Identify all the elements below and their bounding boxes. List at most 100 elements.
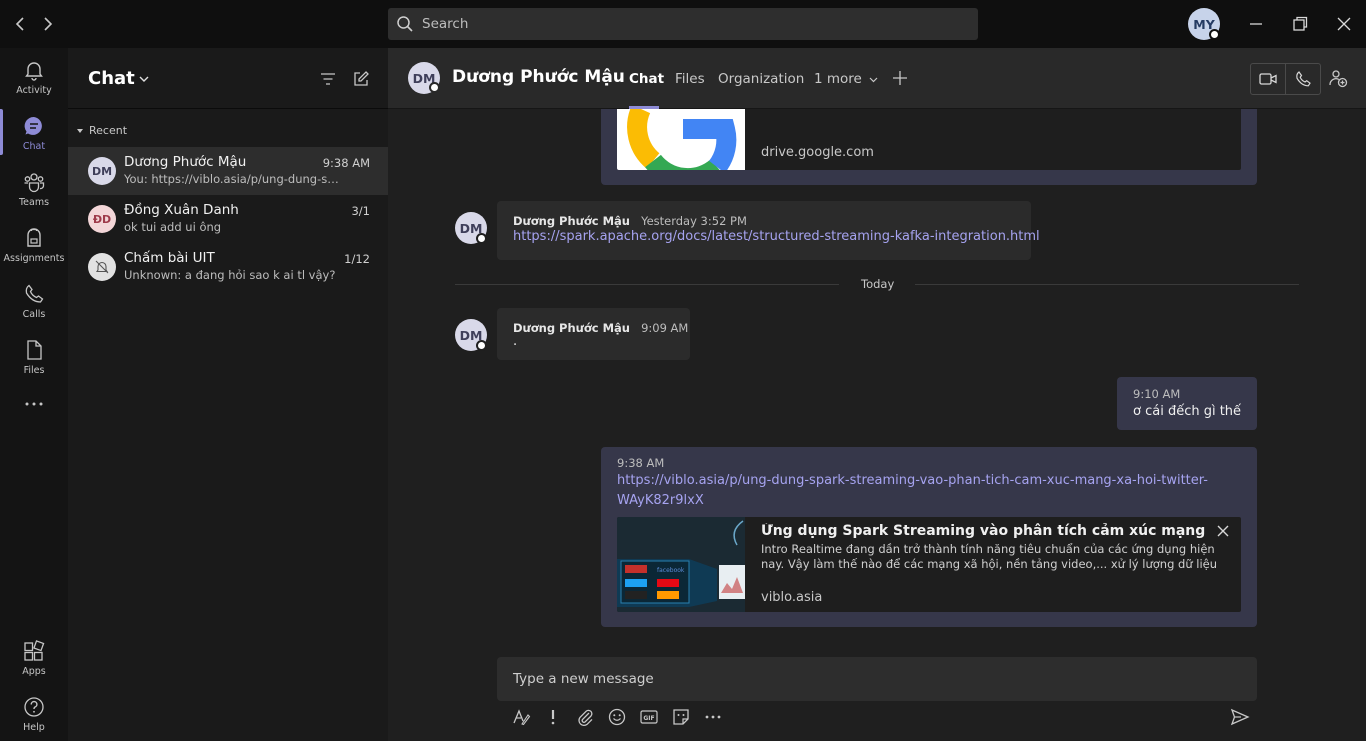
- message-time: 9:09 AM: [641, 321, 689, 335]
- rail-label-files: Files: [23, 365, 45, 376]
- divider-line: [455, 284, 839, 285]
- date-divider: Today: [861, 277, 895, 291]
- caret-down-icon: [76, 127, 84, 135]
- tab-more-label: 1 more: [814, 71, 862, 87]
- message-link-continued[interactable]: WAyK82r9lxX: [617, 493, 704, 508]
- avatar: ĐD: [88, 205, 116, 233]
- conversation-preview: ok tui add ui ông: [124, 220, 222, 234]
- more-options-icon[interactable]: [703, 707, 723, 727]
- presence-badge: [429, 82, 440, 93]
- recent-label: Recent: [89, 124, 128, 137]
- message-link[interactable]: https://spark.apache.org/docs/latest/str…: [513, 229, 1040, 244]
- message-bubble: Dương Phước Mậu Yesterday 3:52 PM https:…: [497, 201, 1040, 260]
- link-preview-description: Intro Realtime đang dần trở thành tính n…: [761, 542, 1215, 556]
- conversation-item[interactable]: ĐD Đồng Xuân Danh 3/1 ok tui add ui ông: [68, 195, 388, 243]
- format-icon[interactable]: [511, 707, 531, 727]
- chat-icon: [23, 115, 45, 137]
- conversation-item[interactable]: DM Dương Phước Mậu 9:38 AM You: https://…: [68, 147, 388, 195]
- tab-chat[interactable]: Chat: [629, 71, 664, 87]
- chevron-down-icon: [869, 77, 878, 82]
- conversation-time: 1/12: [344, 252, 370, 266]
- conversation-preview: Unknown: a đang hỏi sao k ai tl vậy?: [124, 268, 336, 282]
- attach-icon[interactable]: [575, 707, 595, 727]
- link-preview[interactable]: facebook Ứng dụng Spark Streaming vào ph…: [617, 517, 1241, 612]
- google-logo-thumbnail: [617, 109, 745, 170]
- emoji-icon[interactable]: [607, 707, 627, 727]
- filter-icon[interactable]: [319, 70, 337, 88]
- presence-badge: [476, 340, 487, 351]
- muted-bell-icon: [88, 253, 116, 281]
- restore-icon[interactable]: [1290, 14, 1310, 34]
- chat-main: DM Dương Phước Mậu Chat Files Organizati…: [388, 48, 1366, 741]
- apps-icon: [23, 640, 45, 662]
- recent-section-header[interactable]: Recent: [76, 124, 127, 137]
- avatar: DM: [88, 157, 116, 185]
- own-message-card: 9:38 AM https://viblo.asia/p/ung-dung-sp…: [601, 447, 1257, 627]
- compose-box[interactable]: Type a new message: [497, 657, 1257, 701]
- tab-organization[interactable]: Organization: [718, 71, 804, 87]
- help-icon: [23, 696, 45, 718]
- chevron-down-icon[interactable]: [138, 73, 150, 85]
- phone-icon: [23, 283, 45, 305]
- close-icon[interactable]: [1215, 523, 1231, 539]
- tab-more[interactable]: 1 more: [814, 71, 878, 87]
- title-bar: Search MY: [0, 0, 1366, 48]
- peer-name: Dương Phước Mậu: [452, 67, 625, 87]
- send-icon[interactable]: [1230, 707, 1250, 727]
- file-icon: [23, 339, 45, 361]
- link-preview-domain: viblo.asia: [761, 590, 823, 605]
- divider-line: [915, 284, 1299, 285]
- add-people-icon[interactable]: [1328, 68, 1348, 88]
- rail-label-apps: Apps: [22, 666, 46, 677]
- back-icon[interactable]: [10, 13, 30, 35]
- search-box[interactable]: Search: [388, 8, 978, 40]
- add-tab-icon[interactable]: [891, 69, 909, 87]
- tab-files[interactable]: Files: [675, 71, 705, 87]
- rail-label-activity: Activity: [16, 85, 52, 96]
- chat-list-pane: Chat Recent DM Dương Phước Mậu 9:38 AM Y…: [68, 48, 388, 741]
- link-preview[interactable]: drive.google.com: [617, 109, 1241, 170]
- message-time: 9:10 AM: [1133, 387, 1181, 401]
- more-icon: [23, 393, 45, 415]
- video-call-icon[interactable]: [1250, 63, 1286, 95]
- close-icon[interactable]: [1334, 14, 1354, 34]
- chat-header: DM Dương Phước Mậu Chat Files Organizati…: [388, 48, 1366, 109]
- app-rail: Activity Chat Teams Assignments Calls Fi…: [0, 48, 68, 741]
- rail-item-assignments[interactable]: Assignments: [0, 216, 68, 272]
- rail-item-activity[interactable]: Activity: [0, 48, 68, 104]
- rail-label-assignments: Assignments: [3, 253, 65, 264]
- message-thread[interactable]: drive.google.com DM Dương Phước Mậu Yest…: [388, 109, 1366, 649]
- rail-item-files[interactable]: Files: [0, 328, 68, 384]
- bell-icon: [23, 59, 45, 81]
- conversation-item[interactable]: Chấm bài UIT 1/12 Unknown: a đang hỏi sa…: [68, 243, 388, 291]
- more-apps-button[interactable]: [0, 393, 68, 423]
- rail-item-teams[interactable]: Teams: [0, 160, 68, 216]
- audio-call-icon[interactable]: [1285, 63, 1321, 95]
- rail-label-calls: Calls: [22, 309, 46, 320]
- rail-item-help[interactable]: Help: [0, 685, 68, 741]
- message-link[interactable]: https://viblo.asia/p/ung-dung-spark-stre…: [617, 473, 1208, 488]
- important-icon[interactable]: [543, 707, 563, 727]
- rail-item-apps[interactable]: Apps: [0, 629, 68, 685]
- own-message-card: 9:10 AM ơ cái đếch gì thế: [1117, 377, 1257, 430]
- minimize-icon[interactable]: [1246, 14, 1266, 34]
- teams-icon: [23, 171, 45, 193]
- message-time: Yesterday 3:52 PM: [641, 214, 747, 228]
- new-chat-icon[interactable]: [352, 70, 370, 88]
- message-bubble: Dương Phước Mậu 9:09 AM .: [497, 308, 690, 360]
- rail-label-help: Help: [23, 722, 45, 733]
- forward-icon[interactable]: [38, 13, 58, 35]
- conversation-preview: You: https://viblo.asia/p/ung-dung-spa..…: [124, 172, 346, 186]
- article-thumbnail: facebook: [617, 517, 745, 612]
- gif-icon[interactable]: GIF: [639, 707, 659, 727]
- svg-text:facebook: facebook: [657, 567, 685, 574]
- chat-list-title[interactable]: Chat: [88, 68, 135, 89]
- search-icon: [396, 15, 414, 33]
- presence-badge: [1209, 29, 1220, 40]
- search-placeholder: Search: [422, 16, 469, 32]
- svg-text:GIF: GIF: [643, 715, 654, 722]
- rail-item-calls[interactable]: Calls: [0, 272, 68, 328]
- conversation-time: 9:38 AM: [322, 156, 370, 170]
- rail-item-chat[interactable]: Chat: [0, 104, 68, 160]
- sticker-icon[interactable]: [671, 707, 691, 727]
